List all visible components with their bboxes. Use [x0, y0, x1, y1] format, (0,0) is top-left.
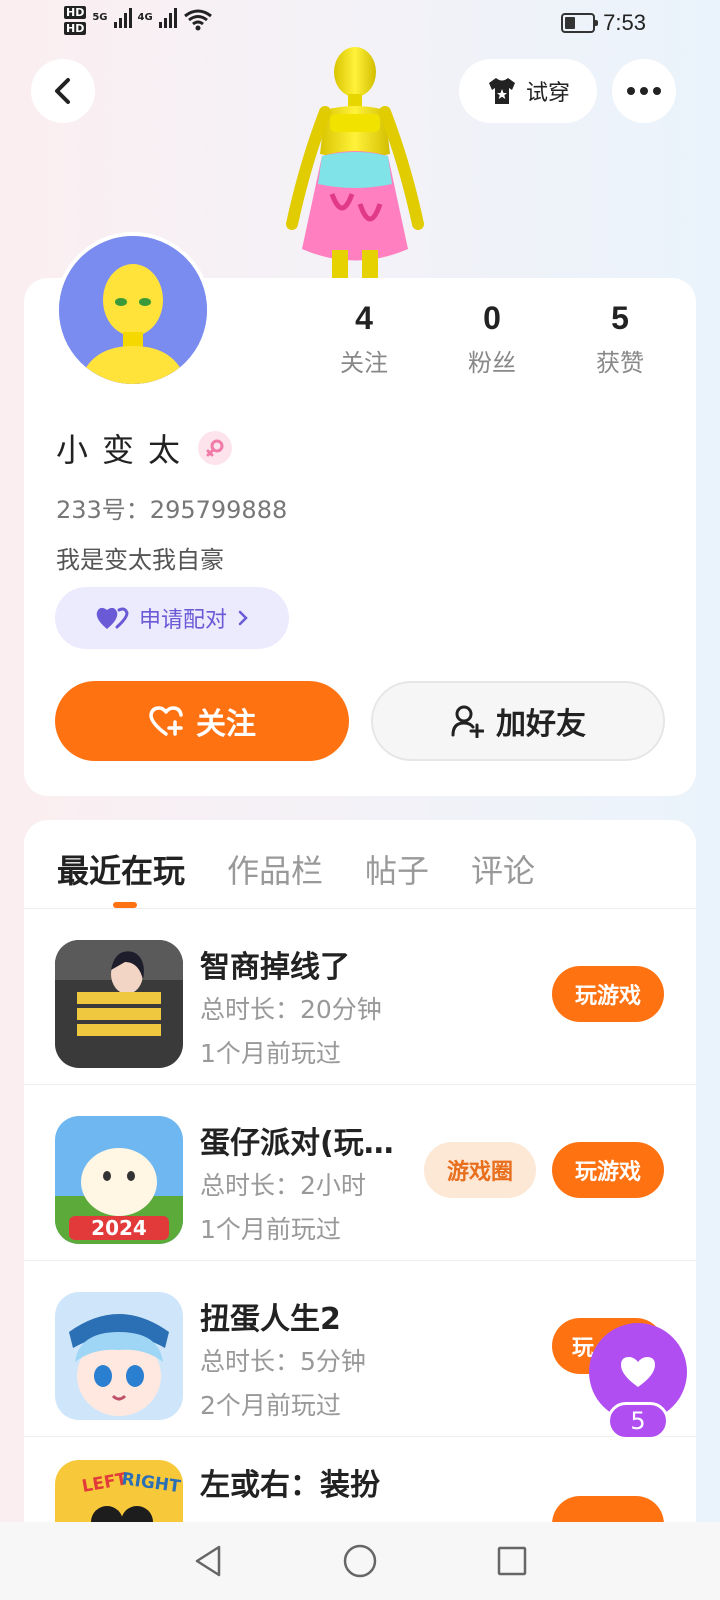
- signal-bars-icon: [113, 6, 132, 28]
- like-count-badge: 5: [607, 1402, 669, 1440]
- back-button[interactable]: [31, 59, 95, 123]
- network-5g: 5G: [92, 12, 108, 23]
- play-game-button[interactable]: 玩游戏: [552, 1142, 664, 1198]
- stat-likes[interactable]: 5 获赞: [556, 300, 684, 378]
- stat-following-label: 关注: [340, 349, 388, 377]
- game-last-played: 2个月前玩过: [200, 1391, 341, 1420]
- hd-badge-1: HD: [64, 6, 87, 19]
- system-nav-bar: [0, 1522, 720, 1600]
- stat-fans-value: 0: [483, 300, 501, 336]
- add-friend-label: 加好友: [496, 707, 586, 742]
- game-name: 左或右：装扮: [200, 1468, 380, 1503]
- profile-stats: 4 关注 0 粉丝 5 获赞: [300, 300, 684, 378]
- svg-text:2024: 2024: [91, 1216, 147, 1240]
- nav-home-icon[interactable]: [342, 1543, 378, 1579]
- game-row[interactable]: LEFT RIGHT 左或右：装扮: [24, 1436, 696, 1522]
- game-icon-4: LEFT RIGHT: [55, 1460, 183, 1522]
- chevron-right-icon: [238, 610, 248, 626]
- username: 小变太: [56, 431, 195, 469]
- signal-group: HD HD 5G 4G: [64, 6, 213, 35]
- avatar[interactable]: [55, 232, 211, 388]
- user-bio: 我是变太我自豪: [56, 546, 224, 574]
- avatar-3d-figure[interactable]: [270, 44, 440, 280]
- tab-recently-played[interactable]: 最近在玩: [57, 846, 185, 892]
- game-name: 智商掉线了: [200, 950, 350, 985]
- add-friend-button[interactable]: 加好友: [371, 681, 665, 761]
- avatar-image: [59, 236, 207, 384]
- game-icon-1: [55, 940, 183, 1068]
- game-last-played: 1个月前玩过: [200, 1215, 341, 1244]
- nav-back-icon[interactable]: [192, 1543, 224, 1579]
- stat-likes-value: 5: [611, 300, 629, 336]
- user-id: 233号：295799888: [56, 496, 288, 524]
- signal-bars-icon-2: [158, 6, 177, 28]
- username-row: 小变太: [56, 425, 233, 471]
- try-on-label: 试穿: [525, 81, 570, 106]
- game-icon-2: 2024: [55, 1116, 183, 1244]
- play-game-button[interactable]: 玩游戏: [552, 966, 664, 1022]
- user-plus-icon: [451, 705, 484, 738]
- clock: 7:53: [603, 10, 646, 35]
- tab-works[interactable]: 作品栏: [227, 846, 323, 892]
- stat-fans[interactable]: 0 粉丝: [428, 300, 556, 378]
- game-name: 扭蛋人生2: [200, 1302, 341, 1337]
- pair-request-button[interactable]: 申请配对: [55, 587, 289, 649]
- female-icon: [198, 431, 233, 465]
- play-game-button[interactable]: [552, 1496, 664, 1522]
- stat-following-value: 4: [355, 300, 373, 336]
- pair-request-label: 申请配对: [138, 608, 227, 633]
- more-dots-icon: [627, 87, 661, 95]
- status-bar: HD HD 5G 4G 7:53: [0, 0, 720, 50]
- hd-badge-2: HD: [64, 22, 87, 35]
- nav-recents-icon[interactable]: [496, 1545, 528, 1577]
- more-button[interactable]: [612, 59, 676, 123]
- wifi-icon: [183, 9, 212, 31]
- stat-following[interactable]: 4 关注: [300, 300, 428, 378]
- game-row[interactable]: 智商掉线了 总时长：20分钟 1个月前玩过 玩游戏: [24, 908, 696, 1084]
- stat-fans-label: 粉丝: [468, 349, 516, 377]
- game-duration: 总时长：20分钟: [200, 995, 382, 1024]
- hearts-icon: [96, 607, 129, 629]
- tab-posts[interactable]: 帖子: [365, 846, 429, 892]
- game-circle-button[interactable]: 游戏圈: [424, 1142, 536, 1198]
- stat-likes-label: 获赞: [596, 349, 644, 377]
- game-duration: 总时长：5分钟: [200, 1347, 366, 1376]
- network-4g: 4G: [137, 12, 153, 23]
- heart-plus-icon: [149, 706, 183, 736]
- chevron-left-icon: [55, 78, 70, 104]
- heart-icon: [621, 1357, 655, 1387]
- tab-comments[interactable]: 评论: [471, 846, 535, 892]
- follow-label: 关注: [196, 707, 256, 742]
- game-row[interactable]: 2024 蛋仔派对(玩… 总时长：2小时 1个月前玩过 游戏圈 玩游戏: [24, 1084, 696, 1260]
- game-last-played: 1个月前玩过: [200, 1039, 341, 1068]
- profile-tabs: 最近在玩 作品栏 帖子 评论: [57, 846, 535, 892]
- game-duration: 总时长：2小时: [200, 1171, 366, 1200]
- try-on-button[interactable]: 试穿: [459, 59, 597, 123]
- game-name: 蛋仔派对(玩…: [200, 1126, 394, 1161]
- battery-icon: [561, 13, 599, 33]
- tshirt-icon: [488, 78, 515, 104]
- follow-button[interactable]: 关注: [55, 681, 349, 761]
- game-icon-3: [55, 1292, 183, 1420]
